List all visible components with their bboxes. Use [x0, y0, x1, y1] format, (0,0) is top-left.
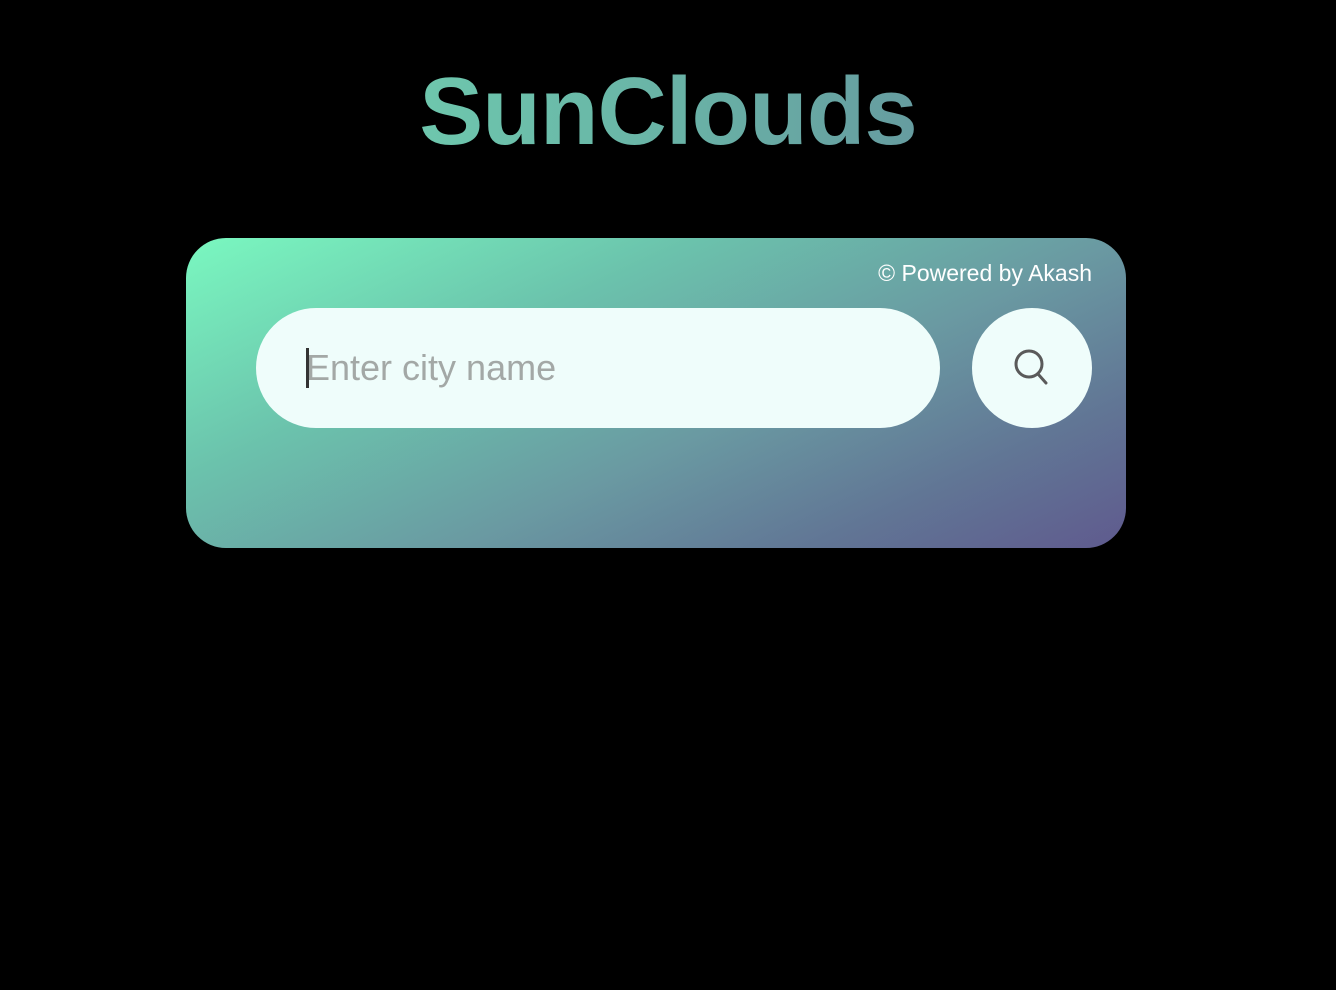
- app-title: SunClouds: [0, 62, 1336, 162]
- search-icon: [1012, 348, 1052, 388]
- search-card: © Powered by Akash: [186, 238, 1126, 548]
- city-search-input[interactable]: [256, 308, 940, 428]
- search-button[interactable]: [972, 308, 1092, 428]
- text-caret: [306, 348, 309, 388]
- powered-by-credit: © Powered by Akash: [878, 260, 1092, 286]
